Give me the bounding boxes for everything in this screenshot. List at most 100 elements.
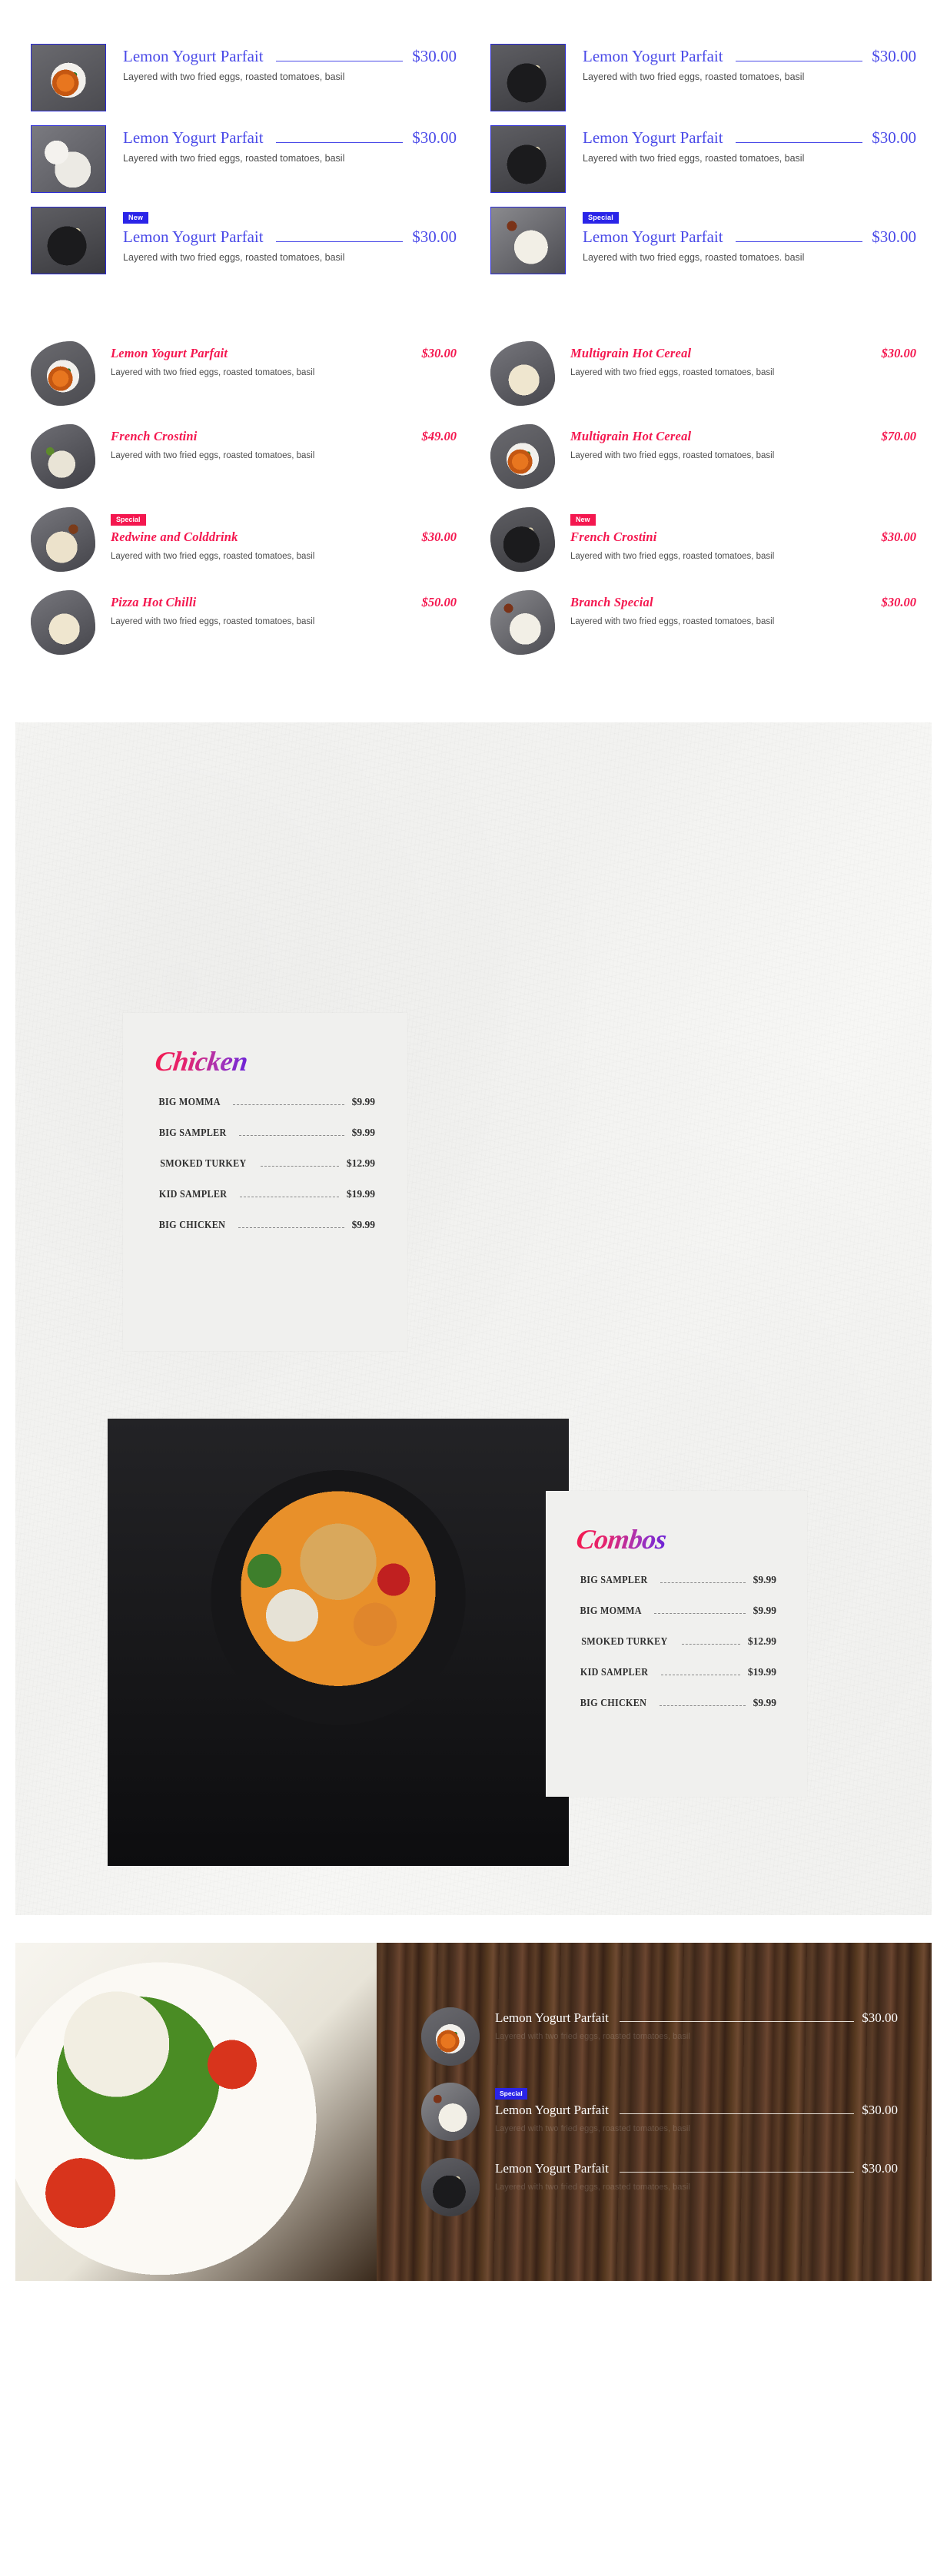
menu-item-description: Layered with two fried eggs, roasted tom…: [123, 153, 345, 164]
menu-item-price: $30.00: [421, 529, 457, 544]
status-badge-special: Special: [495, 2088, 527, 2100]
menu-item-description: Layered with two fried eggs, roasted tom…: [570, 368, 775, 377]
menu-item-price: $30.00: [412, 47, 457, 65]
card-item-name: BIG SAMPLER: [580, 1574, 648, 1585]
leader-dots: [238, 1227, 344, 1228]
card-item-row[interactable]: BIG MOMMA $9.99: [155, 1096, 375, 1108]
paper-card-section: Chicken BIG MOMMA $9.99 BIG SAMPLER $9.9…: [15, 722, 932, 1915]
card-item-name: BIG MOMMA: [580, 1605, 642, 1616]
menu-item-description: Layered with two fried eggs, roasted tom…: [583, 71, 805, 82]
menu-item-description: Layered with two fried eggs, roasted tom…: [111, 451, 315, 460]
menu-item-row[interactable]: Lemon Yogurt Parfait $30.00 Layered with…: [31, 37, 457, 118]
leader-line: [735, 142, 863, 143]
menu-item-price: $30.00: [872, 47, 916, 65]
menu-item-thumbnail: [31, 507, 95, 572]
leader-line: [619, 2021, 855, 2022]
wood-menu-panel: Lemon Yogurt Parfait $30.00 Layered with…: [377, 1943, 932, 2281]
menu-item-row[interactable]: New French Crostini $30.00 Layered with …: [490, 498, 916, 581]
card-item-name: BIG CHICKEN: [580, 1697, 647, 1708]
menu-item-row[interactable]: Multigrain Hot Cereal $30.00 Layered wit…: [490, 332, 916, 415]
steamed-bao-photo: [348, 911, 818, 1370]
menu-item-price: $30.00: [421, 346, 457, 360]
menu-item-description: Layered with two fried eggs, roasted tom…: [570, 552, 775, 561]
leader-dots: [233, 1104, 344, 1105]
menu-item-description: Layered with two fried eggs, roasted tom…: [111, 617, 315, 626]
menu-item-thumbnail: [31, 207, 106, 274]
card-item-price: $9.99: [351, 1096, 375, 1107]
leader-dots: [659, 1705, 746, 1706]
card-item-price: $12.99: [747, 1635, 776, 1647]
card-item-row[interactable]: SMOKED TURKEY $12.99: [155, 1157, 375, 1170]
leader-dots: [681, 1644, 740, 1645]
card-title-chicken: Chicken: [153, 1046, 250, 1077]
menu-item-thumbnail: [490, 424, 555, 489]
menu-item-row[interactable]: Multigrain Hot Cereal $70.00 Layered wit…: [490, 415, 916, 498]
menu-item-row[interactable]: Lemon Yogurt Parfait $30.00 Layered with…: [490, 37, 916, 118]
menu-item-thumbnail: [421, 2007, 480, 2066]
card-item-name: SMOKED TURKEY: [581, 1635, 668, 1647]
leader-dots: [239, 1135, 344, 1136]
menu-item-thumbnail: [31, 424, 95, 489]
menu-item-name: Redwine and Colddrink: [111, 529, 238, 544]
card-item-row[interactable]: BIG CHICKEN $9.99: [155, 1219, 375, 1231]
menu-item-row[interactable]: New Lemon Yogurt Parfait $30.00 Layered …: [31, 200, 457, 281]
card-item-name: KID SAMPLER: [158, 1188, 228, 1200]
status-badge-special: Special: [111, 514, 146, 526]
leader-line: [275, 241, 404, 242]
crimson-menu-section: Lemon Yogurt Parfait $30.00 Layered with…: [0, 289, 947, 705]
leader-dots: [260, 1166, 339, 1167]
card-item-row[interactable]: KID SAMPLER $19.99: [155, 1188, 375, 1200]
menu-item-description: Layered with two fried eggs, roasted tom…: [495, 2183, 690, 2192]
card-item-row[interactable]: BIG MOMMA $9.99: [577, 1605, 776, 1617]
card-item-price: $19.99: [747, 1666, 776, 1678]
card-item-name: BIG SAMPLER: [158, 1127, 227, 1138]
menu-item-name: Lemon Yogurt Parfait: [495, 2102, 609, 2117]
leader-dots: [654, 1613, 746, 1614]
menu-item-row[interactable]: Special Lemon Yogurt Parfait $30.00 Laye…: [421, 2074, 898, 2149]
menu-item-thumbnail: [31, 125, 106, 193]
blue-menu-section: Lemon Yogurt Parfait $30.00 Layered with…: [0, 0, 947, 289]
menu-item-price: $30.00: [881, 529, 916, 544]
menu-item-price: $50.00: [421, 595, 457, 609]
leader-line: [619, 2113, 855, 2114]
menu-item-name: Lemon Yogurt Parfait: [495, 2161, 609, 2176]
menu-item-name: Pizza Hot Chilli: [111, 595, 197, 609]
status-badge-new: New: [123, 212, 149, 224]
menu-item-price: $30.00: [881, 595, 916, 609]
menu-item-description: Layered with two fried eggs, roasted tom…: [123, 71, 345, 82]
status-badge-new: New: [570, 514, 596, 526]
menu-item-row[interactable]: Lemon Yogurt Parfait $30.00 Layered with…: [421, 1999, 898, 2074]
menu-item-row[interactable]: Lemon Yogurt Parfait $30.00 Layered with…: [31, 332, 457, 415]
menu-item-thumbnail: [490, 125, 566, 193]
menu-item-thumbnail: [421, 2158, 480, 2216]
menu-item-row[interactable]: Branch Special $30.00 Layered with two f…: [490, 581, 916, 664]
menu-item-row[interactable]: Pizza Hot Chilli $50.00 Layered with two…: [31, 581, 457, 664]
menu-item-thumbnail: [490, 207, 566, 274]
menu-item-description: Layered with two fried eggs, roasted tom…: [123, 252, 345, 263]
menu-item-row[interactable]: French Crostini $49.00 Layered with two …: [31, 415, 457, 498]
menu-item-price: $30.00: [412, 128, 457, 147]
card-item-price: $12.99: [346, 1157, 375, 1169]
menu-item-description: Layered with two fried eggs, roasted tom…: [570, 617, 775, 626]
menu-item-name: Lemon Yogurt Parfait: [495, 2010, 609, 2025]
crimson-menu-grid: Lemon Yogurt Parfait $30.00 Layered with…: [31, 332, 916, 664]
menu-item-row[interactable]: Special Lemon Yogurt Parfait $30.00 Laye…: [490, 200, 916, 281]
card-item-price: $9.99: [753, 1605, 776, 1616]
card-item-price: $9.99: [753, 1697, 776, 1708]
card-item-row[interactable]: SMOKED TURKEY $12.99: [577, 1635, 776, 1648]
card-item-price: $9.99: [753, 1574, 776, 1585]
menu-item-row[interactable]: Special Redwine and Colddrink $30.00 Lay…: [31, 498, 457, 581]
menu-item-name: Lemon Yogurt Parfait: [583, 227, 723, 246]
card-item-row[interactable]: BIG SAMPLER $9.99: [577, 1574, 776, 1586]
combos-menu-card: Combos BIG SAMPLER $9.99 BIG MOMMA $9.99…: [546, 1491, 807, 1797]
card-item-row[interactable]: BIG SAMPLER $9.99: [155, 1127, 375, 1139]
menu-item-row[interactable]: Lemon Yogurt Parfait $30.00 Layered with…: [490, 118, 916, 200]
menu-item-price: $30.00: [862, 2102, 898, 2117]
menu-item-thumbnail: [490, 507, 555, 572]
card-item-row[interactable]: BIG CHICKEN $9.99: [577, 1697, 776, 1709]
menu-item-row[interactable]: Lemon Yogurt Parfait $30.00 Layered with…: [31, 118, 457, 200]
card-item-row[interactable]: KID SAMPLER $19.99: [577, 1666, 776, 1678]
card-item-price: $9.99: [351, 1219, 375, 1230]
card-title-combos: Combos: [574, 1524, 668, 1555]
menu-item-row[interactable]: Lemon Yogurt Parfait $30.00 Layered with…: [421, 2149, 898, 2225]
